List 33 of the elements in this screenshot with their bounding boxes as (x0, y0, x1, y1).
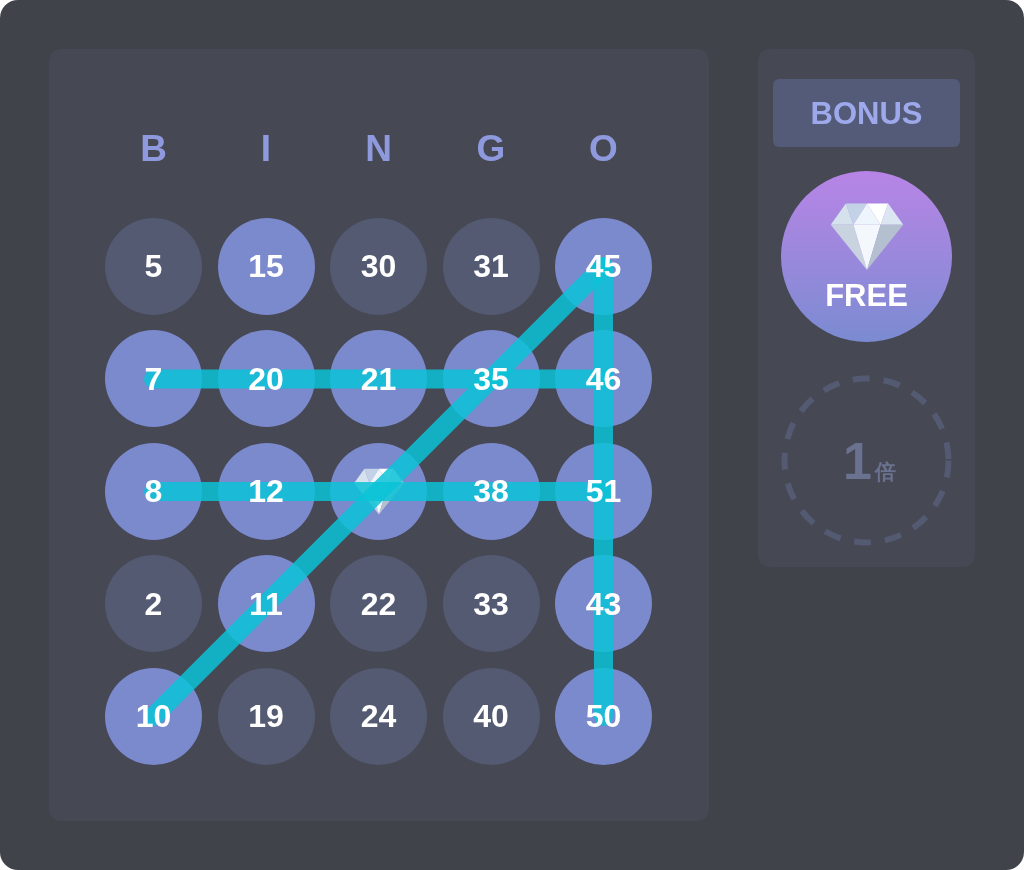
cell-number: 45 (585, 250, 622, 282)
cell-number: 5 (144, 250, 163, 282)
cell-number: 30 (360, 250, 397, 282)
cell-number: 38 (473, 475, 509, 507)
cell-number: 50 (585, 700, 622, 732)
cell-number: 51 (585, 475, 622, 507)
cell-number: 11 (249, 587, 283, 620)
diamond-icon (828, 202, 905, 270)
column-letter: G (476, 129, 506, 167)
cell-number: 40 (473, 700, 509, 732)
free-label: FREE (825, 280, 908, 311)
cell-number: 31 (473, 250, 509, 282)
cell-number: 2 (144, 587, 163, 620)
column-letter: N (365, 129, 392, 167)
cell-number: 15 (248, 250, 284, 282)
column-letter: B (140, 129, 167, 167)
cell-number: 19 (248, 700, 284, 732)
bonus-header: BONUS (773, 79, 960, 147)
cell-number: 8 (144, 475, 163, 507)
cell-number: 20 (248, 362, 284, 395)
cell-number: 35 (473, 362, 509, 395)
cell-number: 10 (135, 700, 172, 732)
cell-number: 22 (360, 587, 397, 620)
cell-number: 43 (585, 587, 622, 620)
cell-number: 33 (473, 587, 509, 620)
cell-number: 7 (144, 362, 163, 395)
cell-number: 46 (585, 362, 622, 395)
cell-number: 24 (360, 700, 397, 732)
column-letter: O (589, 129, 618, 167)
cell-number: 21 (360, 362, 397, 395)
multiplier-text: 1倍 (842, 434, 896, 487)
column-letter: I (260, 129, 272, 167)
cell-number: 12 (248, 475, 284, 507)
